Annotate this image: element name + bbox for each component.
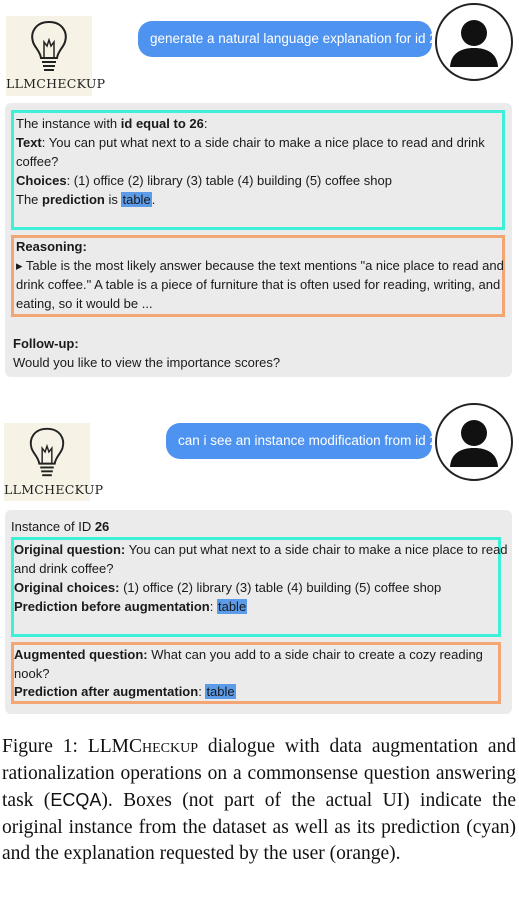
logo-text: LLMCHECKUP	[4, 482, 104, 497]
llmcheckup-logo: LLMCHECKUP	[6, 16, 106, 96]
reasoning-line-1: ▸ Table is the most likely answer becaus…	[16, 258, 504, 273]
user-avatar	[435, 3, 513, 81]
user-message-bubble-2: can i see an instance modification from …	[166, 423, 444, 459]
prediction-highlight: table	[121, 192, 152, 207]
instance-id-line: Instance of ID 26	[11, 519, 110, 534]
prediction-before: Prediction before augmentation: table	[14, 599, 248, 614]
user-message-text: can i see an instance modification from …	[178, 433, 445, 448]
user-avatar-icon	[450, 420, 498, 467]
user-avatar-icon	[450, 20, 498, 67]
user-message-text: generate a natural language explanation …	[150, 31, 445, 46]
prediction-after-highlight: table	[205, 684, 236, 699]
instance-choices: Choices: (1) office (2) library (3) tabl…	[16, 173, 392, 188]
augmented-question-cont: nook?	[14, 666, 50, 681]
prediction-after: Prediction after augmentation: table	[14, 684, 236, 699]
user-message-bubble: generate a natural language explanation …	[138, 21, 444, 57]
instance-text-cont: coffee?	[16, 154, 59, 169]
followup-label: Follow-up:	[13, 336, 79, 351]
instance-header: The instance with id equal to 26:	[16, 116, 208, 131]
lightbulb-icon	[31, 20, 67, 71]
original-question-cont: and drink coffee?	[14, 561, 114, 576]
instance-prediction: The prediction is table.	[16, 192, 156, 207]
reasoning-line-3: eating, so it would be ...	[16, 296, 153, 311]
reasoning-label: Reasoning:	[16, 239, 87, 254]
logo-text: LLMCHECKUP	[6, 76, 106, 91]
followup-text: Would you like to view the importance sc…	[13, 355, 281, 370]
figure-caption: Figure 1: LLMCheckup dialogue with data …	[2, 736, 517, 864]
user-avatar-2	[435, 403, 513, 481]
prediction-before-highlight: table	[216, 599, 248, 614]
llmcheckup-logo-2: LLMCHECKUP	[4, 423, 104, 501]
reasoning-line-2: drink coffee." A table is a piece of fur…	[16, 277, 501, 292]
original-question: Original question: You can put what next…	[14, 542, 508, 557]
augmented-question: Augmented question: What can you add to …	[14, 647, 483, 662]
instance-text: Text: You can put what next to a side ch…	[16, 135, 485, 150]
original-choices: Original choices: (1) office (2) library…	[14, 580, 442, 595]
lightbulb-icon	[29, 427, 65, 477]
